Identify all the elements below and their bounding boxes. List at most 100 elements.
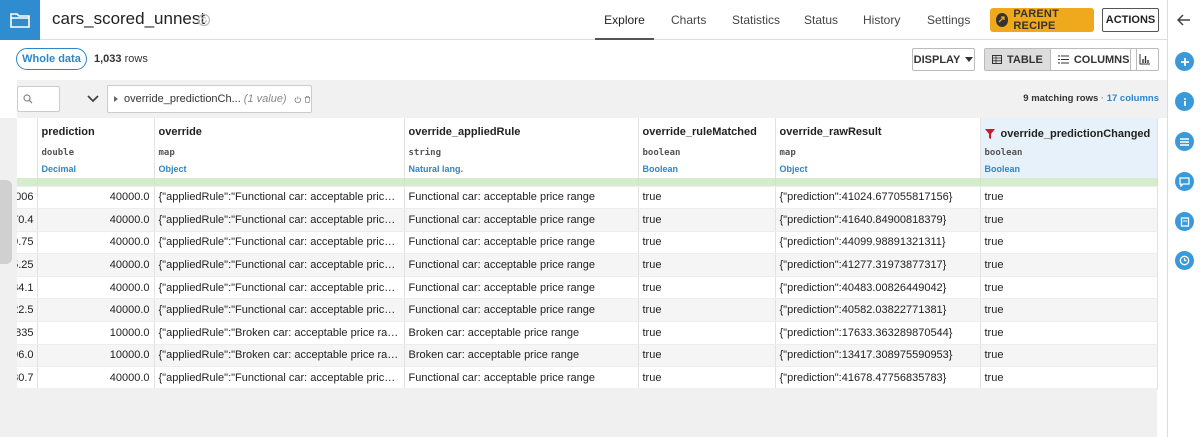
book-icon[interactable] <box>1175 212 1194 231</box>
table-cell[interactable]: {"prediction":44099.98891321311} <box>775 231 981 255</box>
table-cell[interactable]: {"appliedRule":"Functional car: acceptab… <box>154 208 405 232</box>
column-header[interactable]: override map Object <box>154 118 405 178</box>
table-cell[interactable]: 40000.0 <box>37 231 155 255</box>
table-cell[interactable]: {"appliedRule":"Broken car: acceptable p… <box>154 344 405 368</box>
table-cell[interactable]: true <box>638 208 776 232</box>
table-cell[interactable]: true <box>638 186 776 210</box>
search-input[interactable] <box>17 86 60 112</box>
table-cell[interactable]: true <box>980 321 1158 345</box>
folder-icon[interactable] <box>0 0 40 40</box>
table-cell[interactable]: {"appliedRule":"Functional car: acceptab… <box>154 298 405 323</box>
table-cell[interactable]: 40000.0 <box>37 366 155 390</box>
table-cell[interactable]: {"prediction":41640.84900818379} <box>775 208 981 232</box>
table-view-button[interactable]: TABLE <box>985 49 1050 70</box>
table-row[interactable]: 70.440000.0{"appliedRule":"Functional ca… <box>17 208 1158 232</box>
chevron-down-icon[interactable] <box>87 94 99 104</box>
column-meaning[interactable]: Decimal <box>42 164 150 176</box>
table-cell[interactable]: 96.0 <box>17 344 38 368</box>
column-header[interactable]: prediction double Decimal <box>37 118 155 178</box>
table-cell[interactable]: Functional car: acceptable price range <box>404 231 639 255</box>
table-cell[interactable]: {"appliedRule":"Broken car: acceptable p… <box>154 321 405 345</box>
plus-icon[interactable] <box>1175 52 1194 71</box>
table-cell[interactable]: true <box>980 276 1158 300</box>
trash-icon[interactable] <box>304 94 311 105</box>
table-cell[interactable]: true <box>638 253 776 277</box>
table-cell[interactable]: true <box>638 344 776 368</box>
tab-history[interactable]: History <box>863 0 900 40</box>
tab-settings[interactable]: Settings <box>927 0 970 40</box>
whole-data-pill[interactable]: Whole data <box>16 48 87 70</box>
table-cell[interactable]: Functional car: acceptable price range <box>404 276 639 300</box>
table-cell[interactable]: 40000.0 <box>37 208 155 232</box>
table-cell[interactable]: true <box>638 231 776 255</box>
table-cell[interactable]: {"appliedRule":"Functional car: acceptab… <box>154 276 405 300</box>
table-cell[interactable]: true <box>980 208 1158 232</box>
table-cell[interactable]: {"prediction":41024.677055817156} <box>775 186 981 210</box>
column-meaning[interactable]: Natural lang. <box>409 164 634 176</box>
table-cell[interactable]: 5.25 <box>17 253 38 277</box>
table-cell[interactable]: true <box>638 298 776 323</box>
columns-view-button[interactable]: COLUMNS <box>1049 49 1137 70</box>
table-row[interactable]: 30.740000.0{"appliedRule":"Functional ca… <box>17 366 1158 390</box>
column-meaning[interactable]: Object <box>780 164 976 176</box>
table-cell[interactable]: true <box>980 186 1158 210</box>
column-header[interactable] <box>17 118 38 178</box>
table-row[interactable]: 96.010000.0{"appliedRule":"Broken car: a… <box>17 344 1158 368</box>
table-cell[interactable]: 10000.0 <box>37 344 155 368</box>
columns-count-link[interactable]: 17 columns <box>1107 93 1159 104</box>
actions-button[interactable]: ACTIONS <box>1102 8 1159 32</box>
table-cell[interactable]: Broken car: acceptable price range <box>404 321 639 345</box>
table-row[interactable]: 83510000.0{"appliedRule":"Broken car: ac… <box>17 321 1158 345</box>
column-header[interactable]: override_rawResult map Object <box>775 118 981 178</box>
table-cell[interactable]: Functional car: acceptable price range <box>404 298 639 323</box>
tab-explore[interactable]: Explore <box>595 0 654 40</box>
column-header[interactable]: override_appliedRule string Natural lang. <box>404 118 639 178</box>
table-cell[interactable]: 40000.0 <box>37 276 155 300</box>
table-cell[interactable]: 006 <box>17 186 38 210</box>
sync-icon[interactable] <box>197 13 211 27</box>
table-row[interactable]: 22.540000.0{"appliedRule":"Functional ca… <box>17 298 1158 323</box>
panel-drag-handle[interactable] <box>0 180 12 264</box>
clock-icon[interactable] <box>1175 251 1194 270</box>
table-cell[interactable]: 30.7 <box>17 366 38 390</box>
table-cell[interactable]: {"appliedRule":"Functional car: acceptab… <box>154 366 405 390</box>
table-cell[interactable]: 10000.0 <box>37 321 155 345</box>
table-cell[interactable]: 40000.0 <box>37 186 155 210</box>
table-cell[interactable]: 22.5 <box>17 298 38 323</box>
table-cell[interactable]: true <box>980 366 1158 390</box>
table-cell[interactable]: {"prediction":41678.47756835783} <box>775 366 981 390</box>
tab-charts[interactable]: Charts <box>671 0 706 40</box>
tab-status[interactable]: Status <box>804 0 838 40</box>
table-cell[interactable]: 40000.0 <box>37 253 155 277</box>
tab-statistics[interactable]: Statistics <box>732 0 780 40</box>
table-row[interactable]: 5.2540000.0{"appliedRule":"Functional ca… <box>17 253 1158 277</box>
chart-button[interactable] <box>1130 48 1159 71</box>
info-icon[interactable] <box>1175 92 1194 111</box>
table-cell[interactable]: {"prediction":17633.363289870544} <box>775 321 981 345</box>
table-cell[interactable]: Functional car: acceptable price range <box>404 253 639 277</box>
table-cell[interactable]: true <box>980 344 1158 368</box>
table-cell[interactable]: Functional car: acceptable price range <box>404 366 639 390</box>
table-cell[interactable]: {"prediction":40483.00826449042} <box>775 276 981 300</box>
table-cell[interactable]: true <box>980 231 1158 255</box>
table-cell[interactable]: 40000.0 <box>37 298 155 323</box>
column-meaning[interactable]: Object <box>159 164 400 176</box>
filter-chip[interactable]: override_predictionCh... (1 value) <box>107 85 312 113</box>
table-cell[interactable]: 70.4 <box>17 208 38 232</box>
table-cell[interactable]: 34.1 <box>17 276 38 300</box>
table-cell[interactable]: 9.75 <box>17 231 38 255</box>
column-meaning[interactable]: Boolean <box>985 164 1153 176</box>
display-button[interactable]: DISPLAY <box>912 48 975 71</box>
table-cell[interactable]: true <box>980 298 1158 323</box>
table-cell[interactable]: true <box>638 366 776 390</box>
table-cell[interactable]: {"prediction":40582.03822771381} <box>775 298 981 323</box>
table-cell[interactable]: Functional car: acceptable price range <box>404 186 639 210</box>
table-cell[interactable]: Functional car: acceptable price range <box>404 208 639 232</box>
table-cell[interactable]: {"prediction":13417.308975590953} <box>775 344 981 368</box>
power-icon[interactable] <box>294 94 302 105</box>
table-row[interactable]: 34.140000.0{"appliedRule":"Functional ca… <box>17 276 1158 300</box>
table-cell[interactable]: {"prediction":41277.31973877317} <box>775 253 981 277</box>
table-cell[interactable]: {"appliedRule":"Functional car: acceptab… <box>154 186 405 210</box>
parent-recipe-button[interactable]: PARENT RECIPE <box>990 8 1094 32</box>
table-row[interactable]: 00640000.0{"appliedRule":"Functional car… <box>17 186 1158 210</box>
